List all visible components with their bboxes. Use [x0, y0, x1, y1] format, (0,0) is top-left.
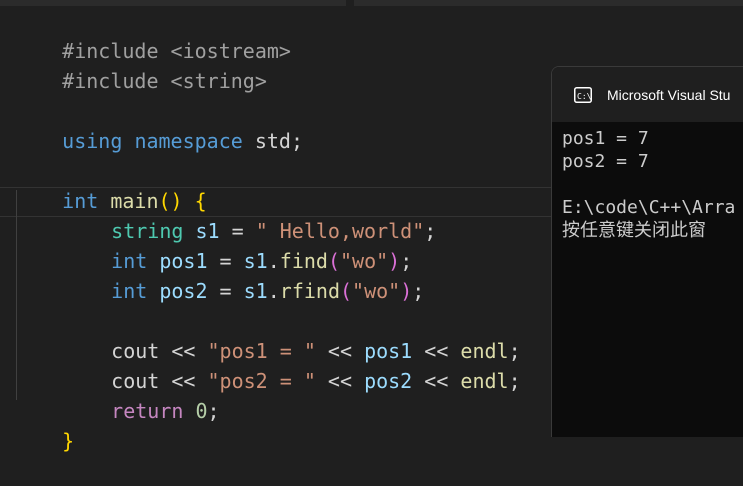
- console-output: pos1 = 7 pos2 = 7 E:\code\C++\Arra 按任意键关…: [562, 127, 735, 242]
- console-output-line: pos2 = 7: [562, 151, 649, 172]
- code-line[interactable]: cout << "pos2 = " << pos2 << endl;: [63, 336, 520, 393]
- keyword-using: using: [62, 129, 123, 153]
- semicolon: ;: [412, 279, 425, 303]
- code-line[interactable]: #include <string>: [14, 36, 267, 93]
- code-line[interactable]: #include <iostream>: [14, 6, 291, 63]
- variable-s1: s1: [243, 279, 268, 303]
- open-paren: (: [340, 279, 353, 303]
- semicolon: ;: [207, 399, 220, 423]
- code-line[interactable]: using namespace std;: [14, 96, 303, 153]
- keyword-namespace: namespace: [134, 129, 243, 153]
- code-line[interactable]: }: [14, 396, 74, 453]
- namespace-std: std;: [242, 129, 304, 153]
- svg-text:C:\: C:\: [577, 92, 592, 101]
- string-literal: "wo": [352, 279, 401, 303]
- header-name: <string>: [170, 69, 267, 93]
- preprocessor-directive: #include: [62, 69, 159, 93]
- variable-pos2: pos2: [364, 369, 413, 393]
- stream-operator: <<: [315, 369, 365, 393]
- string-literal: "pos2 = ": [207, 369, 316, 393]
- semicolon: ;: [424, 219, 437, 243]
- close-brace: }: [62, 429, 75, 453]
- stream-operator: <<: [412, 369, 461, 393]
- code-line[interactable]: cout << "pos1 = " << pos1 << endl;: [63, 306, 520, 363]
- dot: .: [267, 279, 280, 303]
- identifier-endl: endl: [460, 369, 509, 393]
- semicolon: ;: [508, 369, 521, 393]
- method-rfind: rfind: [279, 279, 340, 303]
- number-literal: 0: [195, 399, 208, 423]
- console-titlebar[interactable]: C:\ Microsoft Visual Stu: [552, 67, 743, 122]
- close-paren: ): [400, 279, 413, 303]
- keyword-int: int: [111, 279, 148, 303]
- variable-pos2: pos2: [159, 279, 208, 303]
- console-window[interactable]: C:\ Microsoft Visual Stu pos1 = 7 pos2 =…: [551, 66, 743, 437]
- assign-operator: =: [207, 279, 244, 303]
- console-output-line: E:\code\C++\Arra: [562, 197, 736, 218]
- console-output-line: 按任意键关闭此窗: [562, 220, 706, 241]
- code-line[interactable]: int pos1 = s1.find("wo");: [63, 216, 412, 273]
- code-line[interactable]: int main() {: [14, 156, 207, 213]
- code-line[interactable]: return 0;: [63, 366, 219, 423]
- code-line[interactable]: string s1 = " Hello,world";: [63, 186, 436, 243]
- console-title: Microsoft Visual Stu: [607, 87, 731, 103]
- console-icon: C:\: [574, 87, 592, 103]
- code-line[interactable]: int pos2 = s1.rfind("wo");: [63, 246, 424, 303]
- console-output-line: pos1 = 7: [562, 128, 649, 149]
- keyword-return: return: [111, 399, 184, 423]
